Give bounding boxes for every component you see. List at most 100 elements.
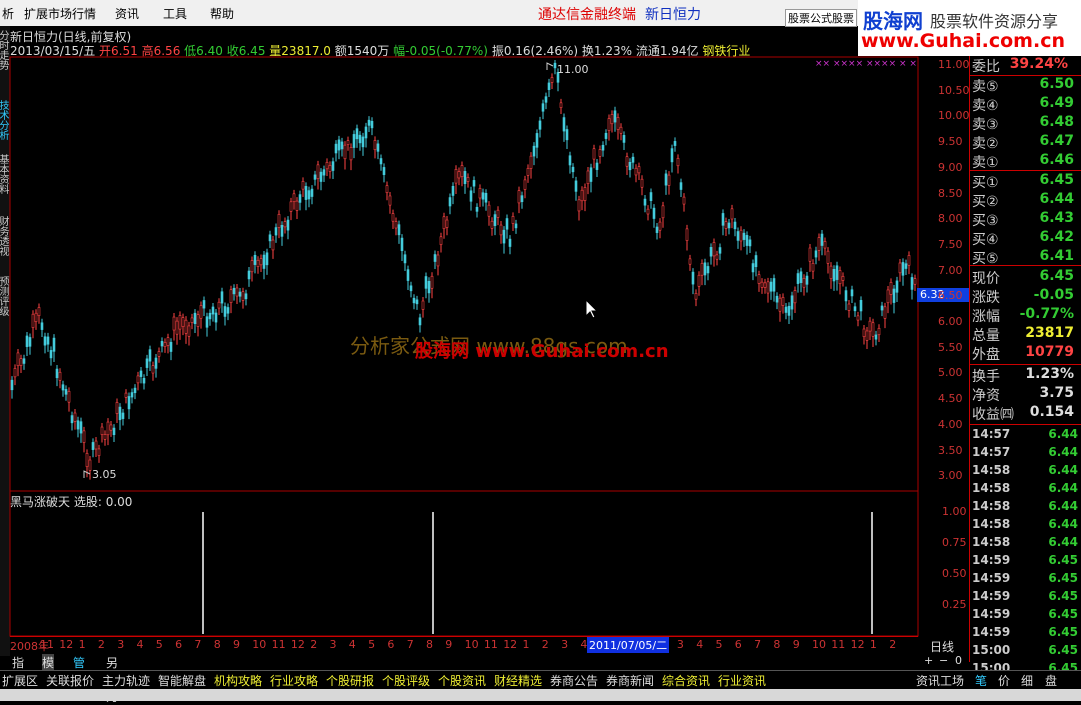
- bottom-tab-7[interactable]: 个股评级: [382, 672, 430, 689]
- candle-body: [754, 255, 758, 268]
- bottom-tab-2[interactable]: 主力轨迹: [102, 672, 150, 689]
- right-bottom-tab-2[interactable]: 价: [998, 672, 1010, 689]
- candle-body: [646, 208, 650, 215]
- bottom-tab-4[interactable]: 机构攻略: [214, 672, 262, 689]
- bottom-tab-11[interactable]: 券商新闻: [606, 672, 654, 689]
- bottom-tab-12[interactable]: 综合资讯: [662, 672, 710, 689]
- right-bottom-tab-4[interactable]: 盘: [1045, 672, 1057, 689]
- tick-row: 15:00 6.45: [972, 643, 1081, 661]
- candle-body: [550, 77, 554, 83]
- candle-body: [313, 174, 317, 180]
- candle-body: [751, 263, 755, 273]
- tick-price: 6.44: [1048, 481, 1078, 495]
- period-label[interactable]: 日线: [930, 638, 954, 655]
- bottom-tab-5[interactable]: 行业攻略: [270, 672, 318, 689]
- tick-price: 6.45: [1048, 553, 1078, 567]
- candle-body: [658, 221, 662, 231]
- candle-body: [883, 306, 887, 319]
- quote-stat-label: 涨幅: [972, 309, 1000, 325]
- buy-level-value: 6.42: [1039, 229, 1074, 245]
- candle-body: [319, 171, 323, 182]
- tick-time: 14:58: [972, 499, 1011, 513]
- candle-body: [655, 226, 659, 233]
- candle-body: [22, 358, 26, 364]
- quote-stat-value: -0.05: [1033, 287, 1074, 303]
- zoom-in-button[interactable]: +: [924, 654, 933, 667]
- candle-body: [904, 263, 908, 269]
- candle-body: [211, 306, 215, 315]
- candle-body: [706, 266, 710, 274]
- candle-body: [679, 182, 683, 190]
- candle-body: [241, 291, 245, 301]
- candle-body: [523, 179, 527, 190]
- bottom-tab-1[interactable]: 关联报价: [46, 672, 94, 689]
- candle-body: [577, 199, 581, 212]
- price-axis-tick: 3.50: [938, 443, 963, 457]
- quote-stat-value: 23817: [1025, 325, 1074, 341]
- candle-body: [376, 143, 380, 152]
- bottom-tab-6[interactable]: 个股研报: [326, 672, 374, 689]
- price-axis-tick: 8.00: [938, 212, 963, 226]
- bottom-tab-13[interactable]: 行业资讯: [718, 672, 766, 689]
- candle-body: [511, 216, 515, 224]
- candle-body: [64, 389, 68, 395]
- indicator-name[interactable]: 黑马涨破天: [10, 495, 70, 509]
- bottom-tab-8[interactable]: 个股资讯: [438, 672, 486, 689]
- tick-time: 14:59: [972, 589, 1011, 603]
- candle-body: [346, 140, 350, 145]
- candle-body: [493, 214, 497, 226]
- candle-body: [334, 143, 338, 154]
- tick-row: 14:58 6.44: [972, 463, 1081, 481]
- price-axis-tick: 6.00: [938, 315, 963, 328]
- candle-body: [283, 221, 287, 228]
- candle-body: [817, 237, 821, 251]
- candle-body: [271, 239, 275, 251]
- candle-body: [781, 297, 785, 306]
- candle-body: [400, 237, 404, 252]
- zoom-out-button[interactable]: −: [939, 654, 948, 667]
- indicator-axis-tick: 0.75: [942, 536, 967, 549]
- candle-body: [130, 392, 134, 398]
- candle-body: [547, 82, 551, 90]
- tick-row: 14:59 6.45: [972, 589, 1081, 607]
- bottom-tab-3[interactable]: 智能解盘: [158, 672, 206, 689]
- quote-stat2-label: 换手: [972, 369, 1000, 385]
- zoom-reset-button[interactable]: 0: [955, 654, 962, 667]
- candle-body: [841, 276, 845, 281]
- status-bar: [0, 689, 1081, 701]
- right-bottom-tab-3[interactable]: 细: [1021, 672, 1033, 689]
- candle-body: [739, 229, 743, 242]
- bottom-tab-0[interactable]: 扩展区: [2, 672, 38, 689]
- candle-body: [907, 255, 911, 266]
- indicator-series: [202, 512, 873, 634]
- right-bottom-tab-0[interactable]: 资讯工场: [916, 672, 964, 689]
- buy-level-label: 买③: [972, 213, 999, 229]
- candle-body: [484, 192, 488, 203]
- candle-body: [871, 322, 875, 337]
- date-axis-tick: 12: [850, 638, 865, 651]
- candle-body: [829, 265, 833, 279]
- candle-body: [808, 247, 812, 262]
- buy-level-row: 买⑤ 6.41: [972, 248, 1081, 267]
- tick-row: 14:58 6.44: [972, 481, 1081, 499]
- right-bottom-tab-1[interactable]: 笔: [975, 672, 987, 689]
- candle-body: [433, 254, 437, 262]
- tick-time: 14:58: [972, 535, 1011, 549]
- candle-body: [322, 169, 326, 176]
- candle-body: [154, 357, 158, 369]
- quote-stat2-row: 换手 1.23%: [972, 366, 1081, 385]
- date-axis-tick: 11: [40, 638, 54, 651]
- candle-body: [460, 165, 464, 177]
- candle-body: [118, 406, 122, 421]
- candle-body: [184, 319, 188, 334]
- bottom-tab-10[interactable]: 券商公告: [550, 672, 598, 689]
- date-axis[interactable]: 2008年 11 12 1 2 3 4 5 6 7 8 9 10 11 12 2 3 4 5 6 7 8 9 10 11 12 1 2…: [10, 636, 918, 653]
- low-price-label: 3.05: [92, 468, 117, 481]
- candle-body: [148, 349, 152, 362]
- tick-row: 14:59 6.45: [972, 553, 1081, 571]
- candle-body: [526, 168, 530, 176]
- bottom-tab-9[interactable]: 财经精选: [494, 672, 542, 689]
- candle-body: [10, 379, 14, 391]
- candle-body: [16, 352, 20, 367]
- candle-body: [757, 274, 761, 284]
